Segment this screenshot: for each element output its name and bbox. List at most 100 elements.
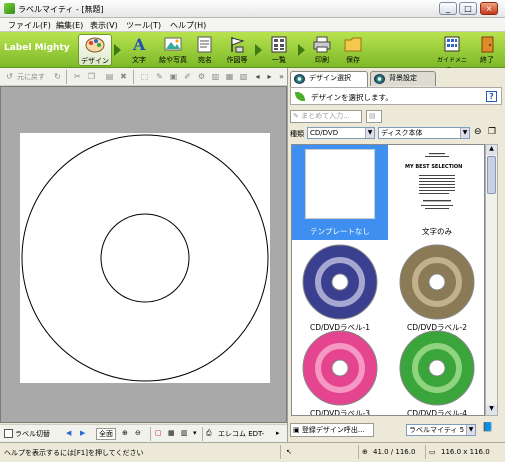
registered-design-icon: ▣ (293, 426, 302, 434)
tool-design-button[interactable]: デザイン (78, 34, 112, 66)
frame-icon[interactable]: ▢ (155, 429, 162, 437)
image-tool-icon[interactable]: ▣ (168, 71, 179, 82)
filter-row: 種類 CD/DVD ▼ ディスク本体 ▼ ⊖ ❐ (290, 127, 502, 142)
exit-button[interactable]: 終了 (470, 34, 504, 66)
edit-icon[interactable]: ✎ (154, 71, 165, 82)
select-icon[interactable]: ⬚ (139, 71, 150, 82)
bulk-input-button[interactable]: ✎ まとめて入力... (290, 110, 362, 123)
zoom-out-icon[interactable]: ⊖ (474, 127, 482, 137)
label-paper[interactable] (20, 133, 270, 383)
zoom-in-icon[interactable]: ⊕ (122, 429, 128, 437)
scroll-down-icon[interactable]: ▼ (486, 405, 497, 415)
list-grid-icon (269, 35, 289, 53)
design-panel: デザイン選択 背景設定 デザインを選択します。 ? ✎ まとめて入力... ▤ … (287, 68, 505, 442)
cut-icon[interactable]: ✂ (72, 71, 83, 82)
step-arrow-icon (255, 44, 262, 56)
tool-drawing-button[interactable]: 作図等 (220, 34, 254, 66)
instruction-box: デザインを選択します。 ? (290, 87, 502, 105)
design-thumb-cd-1[interactable]: CD/DVDラベル-1 (292, 241, 388, 336)
tool-address-button[interactable]: 宛名 (188, 34, 222, 66)
style-select[interactable]: ディスク本体 ▼ (378, 127, 470, 139)
design-thumb-cd-3[interactable]: CD/DVDラベル-3 (292, 327, 388, 415)
property-icon[interactable]: ✐ (182, 71, 193, 82)
gallery-scrollbar[interactable]: ▲ ▼ (485, 144, 498, 416)
label-switch-button[interactable]: ラベル切替 (15, 429, 50, 439)
layout-icon[interactable]: ▥ (181, 429, 188, 437)
menu-tools[interactable]: ツール(T) (126, 20, 161, 31)
cd-label-outline[interactable] (20, 133, 270, 383)
panel-bottom-row: ▣ 登録デザイン呼出... ラベルマイティ 5 ▼ 📘 (290, 421, 502, 439)
toolbar-more-icon[interactable]: » (276, 71, 287, 82)
tool-list-button[interactable]: 一覧 (262, 34, 296, 66)
prev-arrow-icon[interactable]: ◀ (66, 429, 71, 437)
design-thumb-blank[interactable]: テンプレートなし (292, 145, 388, 240)
design-palette-icon (85, 36, 105, 54)
picture-icon (163, 35, 183, 53)
design-thumb-cd-4[interactable]: CD/DVDラベル-4 (389, 327, 484, 415)
tab-background-settings[interactable]: 背景設定 (370, 71, 436, 86)
next-arrow-icon[interactable]: ▶ (80, 429, 85, 437)
background-tab-icon (374, 74, 385, 84)
step-arrow-icon (298, 44, 305, 56)
coords-icon: ⊕ (362, 448, 368, 456)
menu-view[interactable]: 表示(V) (90, 20, 118, 31)
tab-design-select[interactable]: デザイン選択 (290, 71, 368, 87)
leaf-icon (295, 92, 305, 101)
paste-icon[interactable]: ▤ (104, 71, 115, 82)
tool-picture-button[interactable]: 絵や写真 (156, 34, 190, 66)
label-switch-icon (4, 429, 13, 438)
window-title: ラベルマイティ - [無題] (18, 5, 104, 14)
menu-file[interactable]: ファイル(F) (8, 20, 51, 31)
registered-design-button[interactable]: ▣ 登録デザイン呼出... (290, 423, 374, 437)
printer-more-icon[interactable]: ▸ (276, 429, 280, 437)
menu-edit[interactable]: 編集(E) (56, 20, 83, 31)
settings-icon[interactable]: ⚙ (196, 71, 207, 82)
book-icon[interactable]: 📘 (482, 423, 493, 433)
edit-toolbar: ↺ 元に戻す ↻ ✂ ❐ ▤ ✖ ⬚ ✎ ▣ ✐ ⚙ ▥ ▦ ▧ ◂ ▸ » (0, 68, 287, 86)
bulk-row: ✎ まとめて入力... ▤ (290, 108, 502, 124)
bottom-toolbar: ラベル切替 ◀ ▶ 全面 ⊕ ⊖ ▢ ▦ ▥ ▾ ⎙ エレコム EDT- ▸ (0, 424, 287, 442)
canvas-area[interactable] (0, 86, 287, 423)
group-icon[interactable]: ▧ (238, 71, 249, 82)
zoom-out-icon[interactable]: ⊖ (135, 429, 141, 437)
tool-print-button[interactable]: 印刷 (305, 34, 339, 66)
type-select[interactable]: CD/DVD ▼ (307, 127, 375, 139)
disc-preview (302, 244, 378, 320)
design-thumb-cd-2[interactable]: CD/DVDラベル-2 (389, 241, 484, 336)
bulk-option-icon[interactable]: ▤ (366, 110, 382, 123)
delete-icon[interactable]: ✖ (118, 71, 129, 82)
zoom-all-button[interactable]: 全面 (96, 428, 116, 440)
help-button[interactable]: ? (486, 91, 497, 102)
maximize-button[interactable]: □ (459, 2, 477, 15)
dropdown-arrow-icon[interactable]: ▾ (193, 429, 197, 437)
scroll-thumb[interactable] (487, 156, 496, 194)
arrow-left-icon[interactable]: ◂ (252, 71, 263, 82)
printer-select-button[interactable]: エレコム EDT- (218, 429, 264, 439)
drawing-flag-icon (227, 35, 247, 53)
undo-button[interactable]: 元に戻す (17, 72, 45, 82)
title-bar: ラベルマイティ - [無題] _ □ × (0, 0, 505, 18)
minimize-button[interactable]: _ (439, 2, 457, 15)
scroll-up-icon[interactable]: ▲ (486, 145, 497, 155)
guide-menu-icon (442, 35, 462, 53)
design-thumb-text-only[interactable]: MY BEST SELECTION 文字のみ (389, 145, 484, 240)
app-icon (4, 3, 15, 14)
size-icon: ▭ (429, 448, 436, 456)
status-bar: ヘルプを表示するには[F1]を押してください ↖ ⊕ 41.0 / 116.0 … (0, 442, 505, 462)
tool-save-button[interactable]: 保存 (336, 34, 370, 66)
design-gallery: テンプレートなし MY BEST SELECTION 文字のみ CD/DVDラベ… (291, 144, 485, 416)
close-button[interactable]: × (480, 2, 498, 15)
layer-icon[interactable]: ▦ (224, 71, 235, 82)
redo-icon[interactable]: ↻ (52, 71, 63, 82)
arrow-right-icon[interactable]: ▸ (264, 71, 275, 82)
guide-menu-button[interactable]: ガイドメニュー (435, 34, 469, 73)
registered-design-select[interactable]: ラベルマイティ 5 ▼ (406, 424, 476, 436)
copy-icon[interactable]: ❐ (86, 71, 97, 82)
undo-icon[interactable]: ↺ (4, 71, 15, 82)
type-label: 種類 (290, 130, 304, 138)
tool-text-button[interactable]: A 文字 (122, 34, 156, 66)
align-icon[interactable]: ▥ (210, 71, 221, 82)
menu-help[interactable]: ヘルプ(H) (170, 20, 206, 31)
copy-design-icon[interactable]: ❐ (488, 127, 496, 137)
grid-icon[interactable]: ▦ (168, 429, 175, 437)
